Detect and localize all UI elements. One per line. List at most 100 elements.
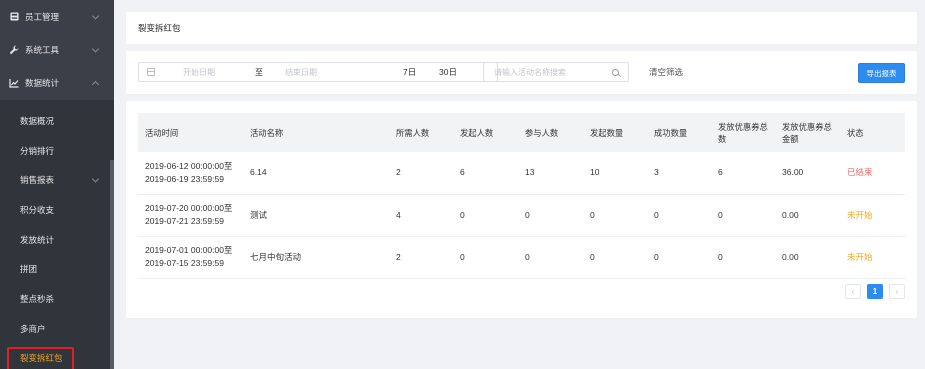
table-row: 2019-07-20 00:00:00至 2019-07-21 23:59:59 … bbox=[138, 194, 905, 237]
table-row: 2019-07-01 00:00:00至 2019-07-15 23:59:59 … bbox=[138, 236, 905, 279]
sidebar-subitem-label: 销售报表 bbox=[20, 175, 55, 186]
cell-success: 0 bbox=[647, 236, 711, 279]
sidebar-subitem-label: 多商户 bbox=[20, 323, 46, 334]
cell-launched: 10 bbox=[583, 152, 647, 195]
sidebar-subitem-label: 分销排行 bbox=[20, 145, 55, 156]
col-header-status: 状态 bbox=[840, 113, 905, 152]
col-header-time: 活动时间 bbox=[138, 113, 243, 152]
cell-time: 2019-07-20 00:00:00至 2019-07-21 23:59:59 bbox=[138, 194, 243, 237]
filter-bar: 开始日期 至 结束日期 7日 30日 请输入活动名称搜索 清空筛选 导出报表 bbox=[126, 51, 917, 94]
cell-time: 2019-06-12 00:00:00至 2019-06-19 23:59:59 bbox=[138, 152, 243, 195]
cell-initiators: 0 bbox=[453, 194, 518, 237]
cell-name: 6.14 bbox=[243, 152, 389, 195]
next-page-button[interactable]: › bbox=[889, 284, 905, 299]
cell-time-end: 2019-06-19 23:59:59 bbox=[145, 173, 224, 184]
sidebar-subitem-distribution-rank[interactable]: 分销排行 bbox=[0, 136, 114, 166]
sidebar-subitem-label: 数据概况 bbox=[20, 115, 55, 126]
sidebar-subitem-label: 积分收支 bbox=[20, 204, 55, 215]
col-header-participants: 参与人数 bbox=[518, 113, 583, 152]
sidebar-subitem-issue-stats[interactable]: 发放统计 bbox=[0, 225, 114, 255]
col-header-launched: 发起数量 bbox=[583, 113, 647, 152]
chevron-down-icon bbox=[91, 175, 100, 183]
data-table-card: 活动时间 活动名称 所需人数 发起人数 参与人数 发起数量 成功数量 发放优惠券… bbox=[126, 101, 917, 318]
page-1-button[interactable]: 1 bbox=[867, 284, 883, 299]
chevron-down-icon bbox=[91, 11, 100, 20]
export-report-button[interactable]: 导出报表 bbox=[858, 63, 905, 83]
cell-time-start: 2019-07-01 00:00:00至 bbox=[145, 245, 233, 255]
status-badge: 未开始 bbox=[840, 236, 905, 279]
col-header-success: 成功数量 bbox=[647, 113, 711, 152]
cell-coupons: 0 bbox=[711, 194, 775, 237]
search-placeholder: 请输入活动名称搜索 bbox=[494, 67, 566, 77]
sidebar-submenu: 数据概况 分销排行 销售报表 积分收支 发放统计 拼团 整点秒杀 多商户 裂变拆… bbox=[0, 100, 114, 369]
end-date-input[interactable]: 结束日期 bbox=[285, 67, 405, 78]
cell-amount: 36.00 bbox=[775, 152, 840, 195]
data-table: 活动时间 活动名称 所需人数 发起人数 参与人数 发起数量 成功数量 发放优惠券… bbox=[138, 113, 905, 279]
table-row: 2019-06-12 00:00:00至 2019-06-19 23:59:59 … bbox=[138, 152, 905, 195]
sidebar-scrollbar[interactable] bbox=[110, 160, 114, 369]
sidebar-subitem-label: 发放统计 bbox=[20, 234, 55, 245]
sidebar-subitem-sales-report[interactable]: 销售报表 bbox=[0, 165, 114, 195]
col-header-amount: 发放优惠券总金额 bbox=[775, 113, 840, 152]
cell-coupons: 6 bbox=[711, 152, 775, 195]
table-header-row: 活动时间 活动名称 所需人数 发起人数 参与人数 发起数量 成功数量 发放优惠券… bbox=[138, 113, 905, 152]
chart-icon bbox=[9, 78, 19, 88]
cell-initiators: 0 bbox=[453, 236, 518, 279]
sidebar-subitem-overview[interactable]: 数据概况 bbox=[0, 106, 114, 136]
cell-participants: 0 bbox=[518, 236, 583, 279]
sidebar-item-tools[interactable]: 系统工具 bbox=[0, 33, 114, 66]
prev-page-button[interactable]: ‹ bbox=[845, 284, 861, 299]
cell-amount: 0.00 bbox=[775, 236, 840, 279]
sidebar-subitem-group-buy[interactable]: 拼团 bbox=[0, 254, 114, 284]
cell-success: 0 bbox=[647, 194, 711, 237]
cell-time-start: 2019-06-12 00:00:00至 bbox=[145, 160, 233, 171]
sidebar-subitem-label: 拼团 bbox=[20, 264, 38, 275]
search-input[interactable]: 请输入活动名称搜索 bbox=[483, 62, 629, 82]
sidebar-subitem-multi-merchant[interactable]: 多商户 bbox=[0, 314, 114, 344]
sidebar-subitem-flash-sale[interactable]: 整点秒杀 bbox=[0, 284, 114, 314]
date-range-separator: 至 bbox=[255, 67, 263, 77]
cell-required: 2 bbox=[389, 236, 453, 279]
page-title: 裂变拆红包 bbox=[138, 23, 181, 33]
sidebar-item-label: 系统工具 bbox=[25, 44, 60, 55]
cell-time-start: 2019-07-20 00:00:00至 bbox=[145, 203, 233, 213]
search-icon[interactable] bbox=[612, 69, 619, 76]
cell-coupons: 0 bbox=[711, 236, 775, 279]
wrench-icon bbox=[9, 45, 19, 55]
quick-30-days-button[interactable]: 30日 bbox=[439, 62, 457, 82]
cell-participants: 13 bbox=[518, 152, 583, 195]
col-header-initiators: 发起人数 bbox=[453, 113, 518, 152]
sidebar-item-staff[interactable]: 员工管理 bbox=[0, 0, 114, 33]
cell-name: 七月中旬活动 bbox=[243, 236, 389, 279]
sidebar-item-label: 数据统计 bbox=[25, 77, 60, 88]
sidebar-subitem-points[interactable]: 积分收支 bbox=[0, 195, 114, 225]
id-card-icon bbox=[9, 12, 19, 22]
cell-amount: 0.00 bbox=[775, 194, 840, 237]
start-date-input[interactable]: 开始日期 bbox=[183, 67, 255, 78]
cell-name: 测试 bbox=[243, 194, 389, 237]
status-badge: 未开始 bbox=[840, 194, 905, 237]
clear-filter-button[interactable]: 清空筛选 bbox=[649, 62, 683, 82]
chevron-up-icon bbox=[91, 80, 100, 88]
sidebar-subitem-red-packet[interactable]: 裂变拆红包 bbox=[0, 344, 114, 369]
cell-time-end: 2019-07-15 23:59:59 bbox=[145, 258, 224, 268]
cell-time-end: 2019-07-21 23:59:59 bbox=[145, 216, 224, 226]
sidebar-item-stats[interactable]: 数据统计 bbox=[0, 66, 114, 99]
cell-required: 2 bbox=[389, 152, 453, 195]
cell-time: 2019-07-01 00:00:00至 2019-07-15 23:59:59 bbox=[138, 236, 243, 279]
quick-7-days-button[interactable]: 7日 bbox=[403, 62, 416, 82]
page-header: 裂变拆红包 bbox=[126, 12, 917, 44]
col-header-required: 所需人数 bbox=[389, 113, 453, 152]
cell-success: 3 bbox=[647, 152, 711, 195]
cell-launched: 0 bbox=[583, 194, 647, 237]
sidebar-subitem-label: 整点秒杀 bbox=[20, 293, 55, 304]
col-header-name: 活动名称 bbox=[243, 113, 389, 152]
chevron-down-icon bbox=[91, 44, 100, 53]
pagination: ‹ 1 › bbox=[845, 284, 905, 299]
sidebar-top-menu: 员工管理 系统工具 数据统计 bbox=[0, 0, 114, 100]
calendar-icon bbox=[147, 68, 155, 76]
sidebar-item-label: 员工管理 bbox=[25, 11, 60, 22]
sidebar-subitem-label: 裂变拆红包 bbox=[20, 353, 63, 364]
cell-launched: 0 bbox=[583, 236, 647, 279]
sidebar: 员工管理 系统工具 数据统计 数据概况 分销排行 销售报表 积分收支 发放统计 … bbox=[0, 0, 114, 369]
